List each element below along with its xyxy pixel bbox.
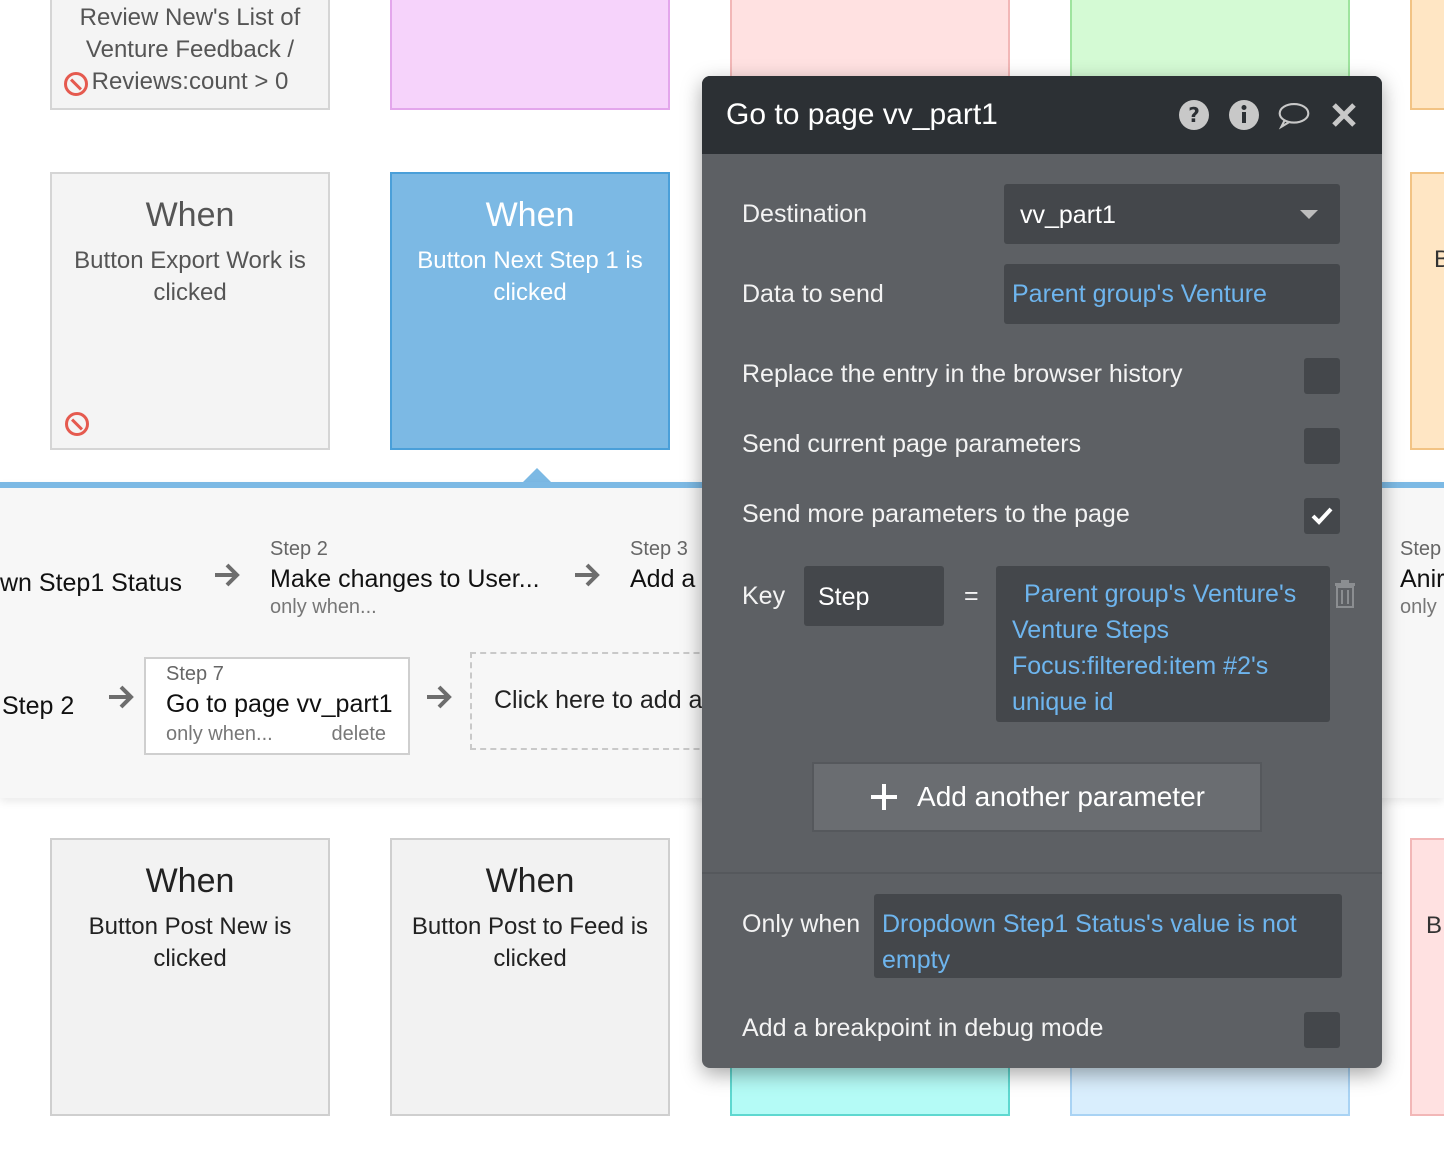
step-name: Make changes to User... xyxy=(270,565,540,593)
arrow-right-icon xyxy=(575,563,600,587)
send-current-params-checkbox[interactable] xyxy=(1304,428,1340,464)
add-another-parameter-button[interactable]: Add another parameter xyxy=(812,762,1262,832)
plus-icon xyxy=(871,784,898,810)
step-2[interactable]: Step 2 Make changes to User... only when… xyxy=(270,538,540,619)
destination-dropdown[interactable]: vv_part1 xyxy=(1004,184,1340,244)
checkmark-icon xyxy=(1311,507,1333,525)
arrow-right-icon xyxy=(427,685,452,709)
send-more-params-label: Send more parameters to the page xyxy=(742,500,1130,528)
step-name: Step 2 xyxy=(2,692,75,720)
trash-icon[interactable] xyxy=(1333,580,1357,608)
step-name: wn Step1 Status xyxy=(0,569,183,597)
card-description: Button Export Work is clicked xyxy=(74,247,306,306)
divider xyxy=(702,872,1382,874)
card-title-fragment: B xyxy=(1426,912,1443,939)
only-when-value: Dropdown Step1 Status's value is not emp… xyxy=(882,910,1297,974)
disabled-icon xyxy=(64,72,88,96)
workflow-card-orange[interactable] xyxy=(1410,0,1444,110)
data-to-send-value: Parent group's Venture xyxy=(1012,280,1267,308)
key-label: Key xyxy=(742,582,786,610)
workflow-card-next-step-selected[interactable]: When Button Next Step 1 is clicked xyxy=(390,172,670,450)
add-parameter-label: Add another parameter xyxy=(917,781,1205,812)
destination-label: Destination xyxy=(742,200,868,228)
equals-sign: = xyxy=(964,582,979,610)
key-input[interactable]: Step xyxy=(804,566,944,626)
workflow-card-post-new[interactable]: When Button Post New is clicked xyxy=(50,838,330,1116)
data-to-send-field[interactable]: Parent group's Venture xyxy=(1004,264,1340,324)
disabled-icon xyxy=(65,412,89,436)
card-title: When xyxy=(145,862,235,900)
card-description: Button Post to Feed is clicked xyxy=(411,913,649,972)
card-title: When xyxy=(145,196,235,234)
card-title-fragment: B xyxy=(1434,246,1444,273)
parameter-value: Parent group's Venture's Venture Steps F… xyxy=(1012,580,1297,716)
card-description: Button Post New is clicked xyxy=(88,913,292,972)
workflow-card-review[interactable]: Review New's List of Venture Feedback / … xyxy=(50,0,330,110)
workflow-card-green[interactable] xyxy=(1070,0,1350,80)
only-when-label: Only when xyxy=(742,910,861,938)
step-condition-link[interactable]: only xyxy=(1400,596,1444,619)
info-icon[interactable] xyxy=(1228,99,1260,131)
step-label: Step xyxy=(1400,538,1442,560)
workflow-card-post-feed[interactable]: When Button Post to Feed is clicked xyxy=(390,838,670,1116)
arrow-right-icon xyxy=(215,563,240,587)
workflow-card-export[interactable]: When Button Export Work is clicked xyxy=(50,172,330,450)
svg-text:?: ? xyxy=(1188,103,1200,127)
card-title: When xyxy=(485,196,575,234)
only-when-condition-field[interactable]: Dropdown Step1 Status's value is not emp… xyxy=(874,894,1342,978)
send-current-params-label: Send current page parameters xyxy=(742,430,1082,458)
card-description: Button Next Step 1 is clicked xyxy=(417,247,643,306)
add-action-button[interactable]: Click here to add an action... xyxy=(470,652,730,750)
panel-header: Go to page vv_part1 ? xyxy=(702,76,1382,154)
arrow-right-icon xyxy=(109,685,134,709)
replace-history-checkbox[interactable] xyxy=(1304,358,1340,394)
selection-pointer xyxy=(523,468,551,482)
replace-history-label: Replace the entry in the browser history xyxy=(742,360,1183,388)
breakpoint-label: Add a breakpoint in debug mode xyxy=(742,1014,1104,1042)
step-label: Step 2 xyxy=(270,538,328,560)
step-name: Anir xyxy=(1400,565,1444,593)
step-condition-link[interactable]: only when... xyxy=(166,723,273,746)
step-condition-link[interactable]: only when... xyxy=(270,596,540,619)
step-label: Step 7 xyxy=(166,663,224,685)
step-7-selected[interactable]: Step 7 Go to page vv_part1 only when... … xyxy=(144,657,410,755)
workflow-card-orange-mid[interactable]: B xyxy=(1410,172,1444,450)
delete-step-link[interactable]: delete xyxy=(332,723,387,746)
close-icon[interactable] xyxy=(1328,99,1360,131)
comment-icon[interactable] xyxy=(1278,99,1310,131)
action-property-editor: Go to page vv_part1 ? Destination vv_par… xyxy=(702,76,1382,1068)
step-1[interactable]: wn Step1 Status xyxy=(0,565,182,598)
help-icon[interactable]: ? xyxy=(1178,99,1210,131)
key-value: Step xyxy=(818,583,870,611)
step-name: Go to page vv_part1 xyxy=(166,690,393,718)
parameter-value-field[interactable]: Parent group's Venture's Venture Steps F… xyxy=(996,566,1330,722)
workflow-card-pink-bottom[interactable]: B xyxy=(1410,838,1444,1116)
workflow-card-pink[interactable] xyxy=(390,0,670,110)
chevron-down-icon xyxy=(1300,210,1318,219)
card-description: Review New's List of Venture Feedback / … xyxy=(79,4,301,95)
breakpoint-checkbox[interactable] xyxy=(1304,1012,1340,1048)
step-3[interactable]: Step 3 Add a xyxy=(630,538,695,594)
step-row2-prev[interactable]: Step 2 xyxy=(2,688,74,721)
card-title: When xyxy=(485,862,575,900)
data-to-send-label: Data to send xyxy=(742,280,884,308)
panel-title: Go to page vv_part1 xyxy=(726,98,998,131)
step-right-partial[interactable]: Step Anir only xyxy=(1400,538,1444,619)
send-more-params-checkbox[interactable] xyxy=(1304,498,1340,534)
workflow-card-salmon[interactable] xyxy=(730,0,1010,80)
step-label: Step 3 xyxy=(630,538,688,560)
step-name: Add a xyxy=(630,565,696,593)
destination-value: vv_part1 xyxy=(1020,201,1116,229)
